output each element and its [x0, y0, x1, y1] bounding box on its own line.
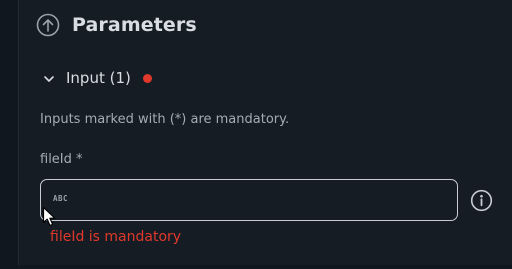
input-section-label: Input (1) — [66, 69, 131, 87]
circle-arrow-up-icon[interactable] — [36, 13, 60, 37]
fileid-input[interactable] — [53, 180, 443, 219]
input-section-toggle[interactable]: Input (1) — [42, 69, 152, 87]
panel-title: Parameters — [72, 14, 197, 36]
panel-header: Parameters — [36, 10, 197, 40]
mandatory-hint: Inputs marked with (*) are mandatory. — [40, 112, 290, 127]
panel-bottom-edge — [18, 265, 512, 269]
info-icon[interactable] — [470, 189, 493, 212]
panel-left-edge — [0, 0, 19, 269]
fileid-input-container[interactable]: ABC — [40, 179, 458, 221]
parameters-panel: Parameters Input (1) Inputs marked with … — [0, 0, 512, 269]
fileid-label: fileId * — [40, 152, 83, 167]
mouse-pointer-icon — [42, 206, 56, 227]
chevron-down-icon — [42, 71, 56, 85]
fileid-error-message: fileId is mandatory — [50, 229, 182, 245]
error-status-dot — [142, 73, 152, 83]
